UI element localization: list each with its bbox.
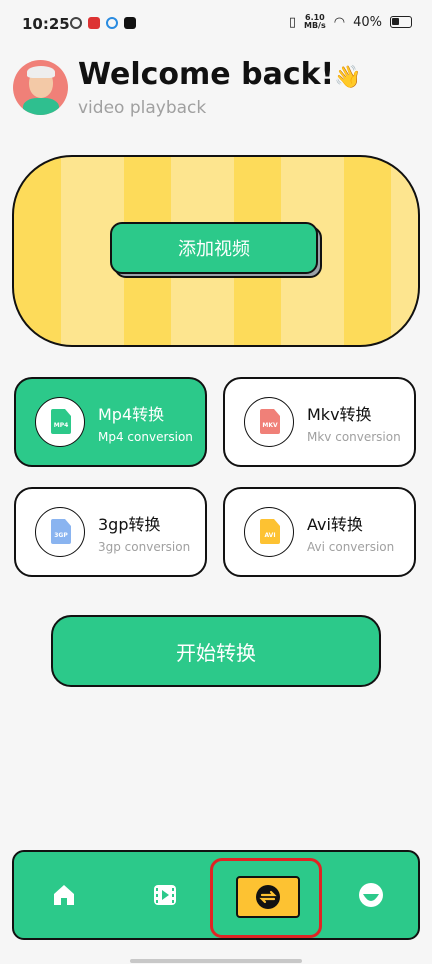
welcome-title: Welcome back!👋 bbox=[78, 57, 362, 92]
wave-icon: 👋 bbox=[334, 65, 362, 90]
status-indicators: ▯ 6.10 MB/s ◠ 40% bbox=[289, 14, 412, 30]
vibrate-icon: ▯ bbox=[288, 14, 296, 30]
card-3gp-conversion[interactable]: 3GP 3gp转换 3gp conversion bbox=[14, 487, 207, 577]
app-icon bbox=[88, 17, 100, 29]
card-subtitle: 3gp conversion bbox=[98, 540, 191, 554]
status-bar: 10:25 ▯ 6.10 MB/s ◠ 40% bbox=[0, 0, 432, 52]
avi-file-icon: AVI bbox=[244, 507, 294, 557]
subtitle: video playback bbox=[78, 98, 207, 118]
card-subtitle: Avi conversion bbox=[307, 540, 395, 554]
battery-percent: 40% bbox=[353, 14, 382, 30]
start-conversion-button[interactable]: 开始转换 bbox=[51, 615, 381, 687]
battery-icon bbox=[390, 16, 412, 28]
video-icon bbox=[154, 885, 176, 905]
nav-profile[interactable] bbox=[341, 852, 401, 938]
card-title: 3gp转换 bbox=[98, 515, 161, 534]
network-speed: 6.10 MB/s bbox=[304, 13, 326, 30]
card-title: Mp4转换 bbox=[98, 405, 165, 424]
mkv-file-icon: MKV bbox=[244, 397, 294, 447]
home-indicator[interactable] bbox=[130, 959, 302, 963]
nav-video[interactable] bbox=[135, 852, 195, 938]
add-video-button[interactable]: 添加视频 bbox=[110, 222, 318, 274]
card-subtitle: Mkv conversion bbox=[307, 430, 401, 444]
nav-home[interactable] bbox=[34, 852, 94, 938]
status-app-icons bbox=[70, 17, 136, 29]
selection-highlight bbox=[210, 858, 322, 938]
3gp-file-icon: 3GP bbox=[35, 507, 85, 557]
card-subtitle: Mp4 conversion bbox=[98, 430, 193, 444]
tiktok-icon bbox=[124, 17, 136, 29]
avatar[interactable] bbox=[13, 60, 68, 115]
card-title: Avi转换 bbox=[307, 515, 363, 534]
card-mp4-conversion[interactable]: MP4 Mp4转换 Mp4 conversion bbox=[14, 377, 207, 467]
card-title: Mkv转换 bbox=[307, 405, 372, 424]
card-mkv-conversion[interactable]: MKV Mkv转换 Mkv conversion bbox=[223, 377, 416, 467]
profile-icon bbox=[359, 883, 383, 907]
app-icon bbox=[70, 17, 82, 29]
status-time: 10:25 bbox=[22, 15, 70, 33]
home-icon bbox=[54, 885, 74, 905]
app-icon bbox=[106, 17, 118, 29]
wifi-icon: ◠ bbox=[333, 14, 346, 30]
card-avi-conversion[interactable]: AVI Avi转换 Avi conversion bbox=[223, 487, 416, 577]
mp4-file-icon: MP4 bbox=[35, 397, 85, 447]
